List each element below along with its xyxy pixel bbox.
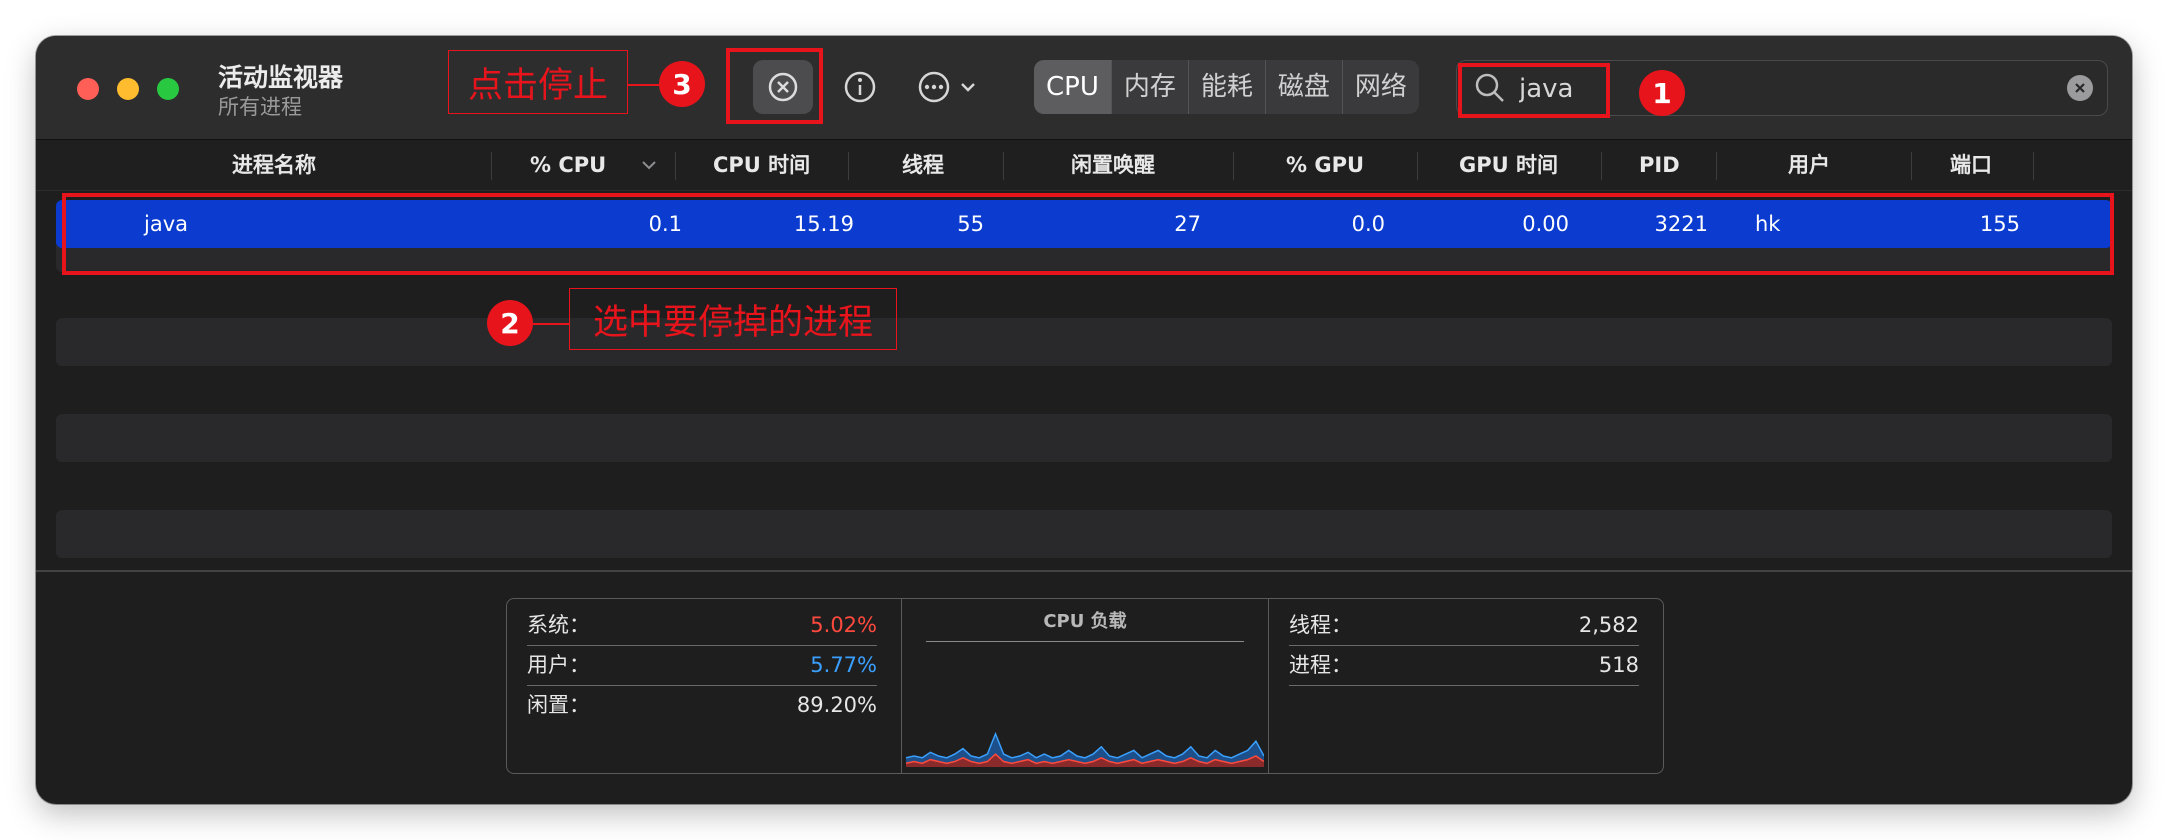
- info-circle-icon: [844, 71, 876, 103]
- column-divider[interactable]: [1417, 152, 1418, 180]
- close-window-button[interactable]: [77, 78, 99, 100]
- view-subtitle[interactable]: 所有进程: [218, 91, 302, 121]
- threads-label: 线程：: [1289, 613, 1352, 637]
- column-header-threads[interactable]: 线程: [902, 140, 944, 190]
- idle-row: 闲置： 89.20%: [527, 685, 877, 725]
- column-header-user[interactable]: 用户: [1788, 140, 1830, 190]
- table-header: 进程名称 % CPU CPU 时间 线程 闲置唤醒 % GPU GPU 时间 P…: [36, 140, 2132, 191]
- column-divider[interactable]: [1911, 152, 1912, 180]
- clear-search-button[interactable]: [2067, 75, 2093, 101]
- row-divider: [1289, 685, 1639, 686]
- idle-value: 89.20%: [796, 693, 877, 717]
- ellipsis-circle-icon: [918, 71, 950, 103]
- cpu-load-graph: [906, 731, 1264, 767]
- step1-badge: 1: [1639, 70, 1685, 116]
- step3-connector: [628, 84, 660, 86]
- column-divider[interactable]: [1601, 152, 1602, 180]
- cpu-usage-column: 系统： 5.02% 用户： 5.77% 闲置： 89.20%: [507, 599, 902, 773]
- activity-monitor-window: 活动监视器 所有进程 CPU 内存 能耗 磁盘 网络 java 进程名称 % C…: [36, 36, 2132, 804]
- thread-process-column: 线程： 2,582 进程： 518: [1269, 599, 1663, 773]
- column-divider[interactable]: [491, 152, 492, 180]
- step3-label: 点击停止: [448, 50, 628, 114]
- column-header-ports[interactable]: 端口: [1950, 140, 1992, 190]
- tab-network[interactable]: 网络: [1341, 60, 1419, 114]
- column-divider[interactable]: [1716, 152, 1717, 180]
- chevron-down-icon: [961, 83, 975, 92]
- column-header-cpu-percent[interactable]: % CPU: [530, 140, 606, 190]
- user-value: 5.77%: [810, 653, 877, 677]
- table-row-empty: [56, 510, 2112, 558]
- step2-badge: 2: [487, 300, 533, 346]
- column-header-gpu-percent[interactable]: % GPU: [1286, 140, 1364, 190]
- column-divider[interactable]: [2033, 152, 2034, 180]
- minimize-window-button[interactable]: [117, 78, 139, 100]
- column-divider[interactable]: [1233, 152, 1234, 180]
- threads-row: 线程： 2,582: [1289, 605, 1639, 645]
- column-header-process-name[interactable]: 进程名称: [232, 140, 316, 190]
- tab-disk[interactable]: 磁盘: [1264, 60, 1342, 114]
- column-divider[interactable]: [1003, 152, 1004, 180]
- step2-connector: [533, 323, 569, 325]
- app-title: 活动监视器: [218, 63, 344, 92]
- processes-value: 518: [1598, 653, 1639, 677]
- info-button[interactable]: [838, 65, 882, 109]
- more-actions-button[interactable]: [916, 65, 996, 109]
- category-tabs: CPU 内存 能耗 磁盘 网络: [1034, 60, 1419, 114]
- sort-descending-icon[interactable]: [641, 158, 657, 172]
- system-row: 系统： 5.02%: [527, 605, 877, 645]
- pane-divider[interactable]: [36, 570, 2132, 572]
- column-divider[interactable]: [848, 152, 849, 180]
- column-header-cpu-time[interactable]: CPU 时间: [713, 140, 810, 190]
- zoom-window-button[interactable]: [157, 78, 179, 100]
- system-value: 5.02%: [810, 613, 877, 637]
- close-icon: [2075, 83, 2085, 93]
- column-header-pid[interactable]: PID: [1639, 140, 1680, 190]
- cpu-load-column: CPU 负载: [902, 599, 1269, 773]
- column-header-gpu-time[interactable]: GPU 时间: [1459, 140, 1558, 190]
- toolbar: 活动监视器 所有进程 CPU 内存 能耗 磁盘 网络 java: [36, 36, 2132, 140]
- processes-row: 进程： 518: [1289, 645, 1639, 685]
- column-header-idle-wakeups[interactable]: 闲置唤醒: [1071, 140, 1155, 190]
- table-row-empty: [56, 414, 2112, 462]
- tab-memory[interactable]: 内存: [1110, 60, 1188, 114]
- processes-label: 进程：: [1289, 653, 1352, 677]
- search-highlight: [1458, 63, 1610, 118]
- cpu-load-title: CPU 负载: [1043, 611, 1127, 632]
- step2-label: 选中要停掉的进程: [569, 288, 897, 350]
- step3-badge: 3: [659, 61, 705, 107]
- stop-button-highlight: [726, 48, 823, 124]
- tab-cpu[interactable]: CPU: [1034, 60, 1111, 114]
- user-row: 用户： 5.77%: [527, 645, 877, 685]
- tab-energy[interactable]: 能耗: [1187, 60, 1265, 114]
- threads-value: 2,582: [1578, 613, 1639, 637]
- cpu-summary-panel: 系统： 5.02% 用户： 5.77% 闲置： 89.20% CPU 负载 线程…: [506, 598, 1664, 774]
- column-divider[interactable]: [675, 152, 676, 180]
- system-label: 系统：: [527, 613, 590, 637]
- user-label: 用户：: [527, 653, 590, 677]
- selected-row-highlight: [62, 193, 2114, 275]
- cpu-load-title-underline: [926, 641, 1244, 642]
- table-row-empty: [56, 318, 2112, 366]
- idle-label: 闲置：: [527, 693, 590, 717]
